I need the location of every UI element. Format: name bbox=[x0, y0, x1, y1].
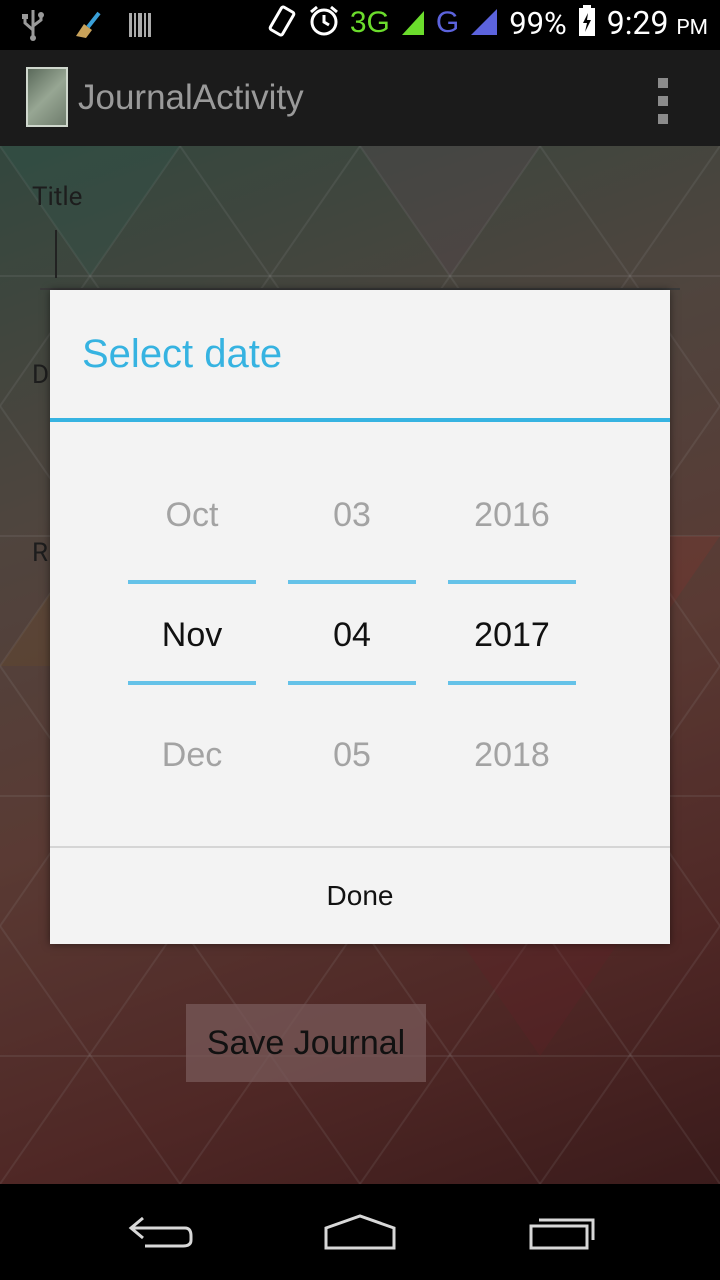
signal-icon bbox=[400, 5, 426, 41]
signal-g-icon bbox=[469, 5, 499, 41]
back-icon[interactable] bbox=[120, 1206, 200, 1258]
text-cursor bbox=[55, 230, 57, 278]
day-prev[interactable]: 03 bbox=[288, 496, 416, 535]
selection-line bbox=[288, 580, 416, 584]
app-title: JournalActivity bbox=[78, 78, 304, 117]
navigation-bar bbox=[0, 1184, 720, 1280]
month-current[interactable]: Nov bbox=[128, 616, 256, 655]
title-label: Title bbox=[32, 182, 83, 212]
selection-line bbox=[128, 681, 256, 685]
month-next[interactable]: Dec bbox=[128, 736, 256, 775]
selection-line bbox=[448, 681, 576, 685]
battery-charging-icon bbox=[577, 4, 597, 42]
status-bar: 3G G 99% 9:29 PM bbox=[0, 0, 720, 50]
reflection-label: R bbox=[32, 538, 49, 568]
recents-icon[interactable] bbox=[522, 1206, 602, 1258]
barcode-icon bbox=[128, 11, 152, 43]
done-button[interactable]: Done bbox=[50, 848, 670, 944]
title-divider bbox=[50, 418, 670, 422]
month-prev[interactable]: Oct bbox=[128, 496, 256, 535]
clock: 9:29 PM bbox=[607, 4, 708, 42]
cleaner-icon bbox=[72, 10, 102, 44]
overflow-menu-icon[interactable] bbox=[656, 78, 670, 124]
date-label: D bbox=[32, 360, 50, 390]
alarm-icon bbox=[308, 5, 340, 41]
save-journal-button[interactable]: Save Journal bbox=[186, 1004, 426, 1082]
selection-line bbox=[128, 580, 256, 584]
clock-ampm: PM bbox=[676, 16, 708, 40]
home-icon[interactable] bbox=[320, 1206, 400, 1258]
dialog-title: Select date bbox=[82, 332, 283, 376]
year-current[interactable]: 2017 bbox=[448, 616, 576, 655]
vibrate-icon bbox=[266, 4, 298, 42]
year-next[interactable]: 2018 bbox=[448, 736, 576, 775]
network-g-label: G bbox=[435, 6, 460, 39]
action-bar: JournalActivity bbox=[0, 50, 720, 146]
usb-icon bbox=[20, 8, 46, 46]
date-picker-dialog: Select date Oct Nov Dec 03 04 05 2016 20… bbox=[50, 290, 670, 944]
selection-line bbox=[288, 681, 416, 685]
day-current[interactable]: 04 bbox=[288, 616, 416, 655]
clock-time: 9:29 bbox=[606, 4, 669, 42]
selection-line bbox=[448, 580, 576, 584]
battery-percent: 99% bbox=[509, 4, 567, 42]
app-icon[interactable] bbox=[26, 67, 68, 127]
day-next[interactable]: 05 bbox=[288, 736, 416, 775]
year-prev[interactable]: 2016 bbox=[448, 496, 576, 535]
network-3g-label: 3G bbox=[349, 6, 390, 39]
